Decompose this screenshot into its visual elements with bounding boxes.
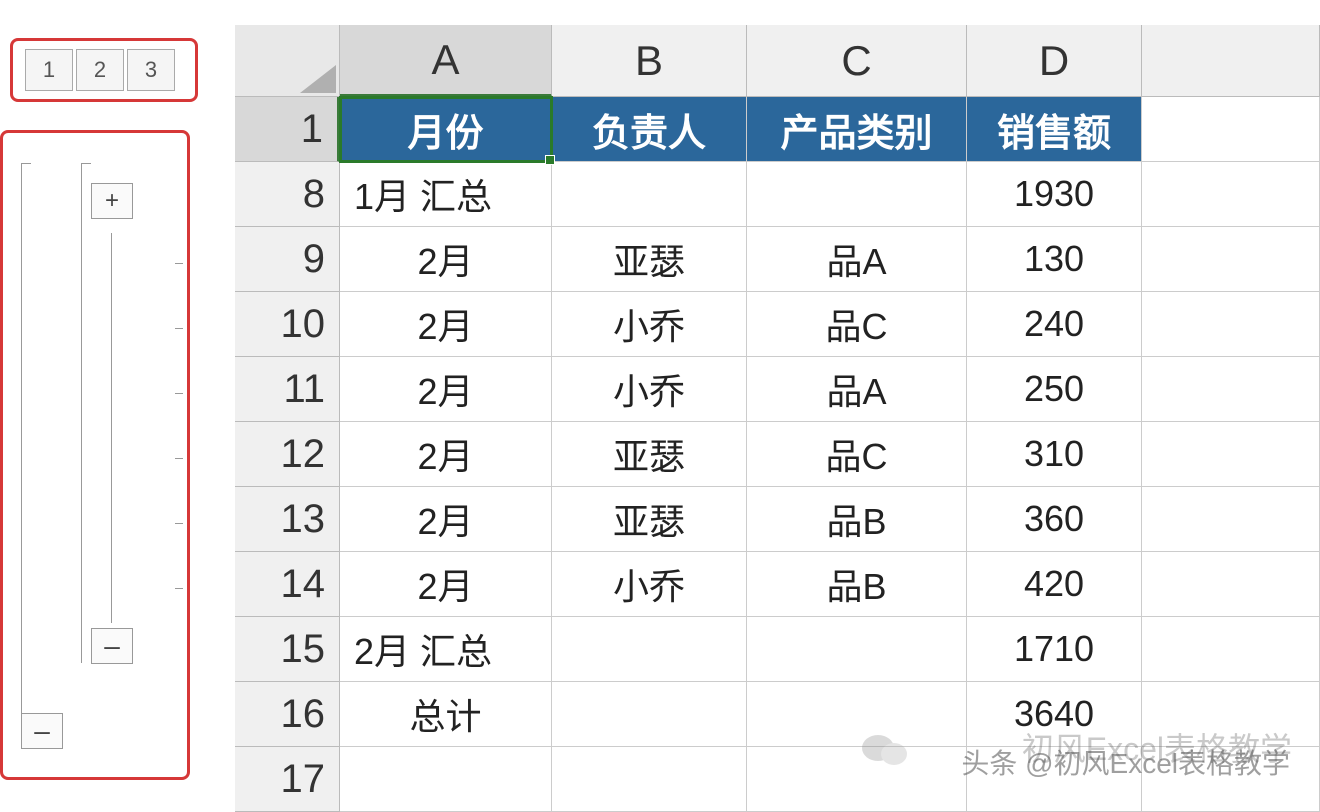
column-header-row: A B C D [340, 25, 1320, 97]
column-header-a[interactable]: A [340, 25, 552, 97]
cell[interactable] [1142, 162, 1320, 227]
cell[interactable]: 1710 [967, 617, 1142, 682]
cell[interactable] [552, 162, 747, 227]
outline-level-3-button[interactable]: 3 [127, 49, 175, 91]
row-header-1[interactable]: 1 [235, 97, 340, 162]
cell[interactable]: 360 [967, 487, 1142, 552]
cell[interactable] [1142, 487, 1320, 552]
row-header-16[interactable]: 16 [235, 682, 340, 747]
cell[interactable]: 250 [967, 357, 1142, 422]
cell[interactable] [747, 617, 967, 682]
outline-level-1-button[interactable]: 1 [25, 49, 73, 91]
outline-level-group: 1 2 3 [10, 38, 198, 102]
outline-tick [175, 328, 183, 329]
outline-collapse-outer-button[interactable]: – [21, 713, 63, 749]
row-header-17[interactable]: 17 [235, 747, 340, 812]
cell[interactable] [1142, 422, 1320, 487]
outline-collapse-inner-button[interactable]: – [91, 628, 133, 664]
header-cell[interactable]: 销售额 [967, 97, 1142, 162]
row-header-13[interactable]: 13 [235, 487, 340, 552]
cell[interactable] [340, 747, 552, 812]
cell[interactable]: 亚瑟 [552, 227, 747, 292]
outline-tick [175, 393, 183, 394]
cell[interactable]: 310 [967, 422, 1142, 487]
outline-level-2-button[interactable]: 2 [76, 49, 124, 91]
header-cell[interactable]: 产品类别 [747, 97, 967, 162]
cell[interactable] [1142, 357, 1320, 422]
outline-tick [175, 458, 183, 459]
cell[interactable]: 亚瑟 [552, 422, 747, 487]
cell[interactable] [1142, 617, 1320, 682]
column-header-b[interactable]: B [552, 25, 747, 97]
cell[interactable]: 1930 [967, 162, 1142, 227]
outline-expand-button[interactable]: + [91, 183, 133, 219]
cell[interactable] [1142, 292, 1320, 357]
cell[interactable] [552, 617, 747, 682]
outline-tree-panel: + – – [0, 130, 190, 780]
cell[interactable] [1142, 97, 1320, 162]
cell[interactable]: 品C [747, 292, 967, 357]
cell[interactable]: 1月 汇总 [340, 162, 552, 227]
table-header-row: 月份 负责人 产品类别 销售额 [340, 97, 1320, 162]
outline-bracket-inner [81, 163, 82, 663]
column-header-e[interactable] [1142, 25, 1320, 97]
cell[interactable]: 2月 汇总 [340, 617, 552, 682]
table-row: 2月 亚瑟 品A 130 [340, 227, 1320, 292]
cell[interactable]: 小乔 [552, 357, 747, 422]
cell[interactable]: 2月 [340, 292, 552, 357]
cell[interactable]: 亚瑟 [552, 487, 747, 552]
table-row: 1月 汇总 1930 [340, 162, 1320, 227]
watermark-primary: 头条 @初风Excel表格教学 [961, 742, 1290, 782]
select-all-triangle[interactable] [235, 25, 340, 97]
cell[interactable]: 420 [967, 552, 1142, 617]
cell[interactable]: 品B [747, 552, 967, 617]
cell[interactable]: 2月 [340, 552, 552, 617]
outline-tick [175, 263, 183, 264]
row-header-8[interactable]: 8 [235, 162, 340, 227]
row-header-12[interactable]: 12 [235, 422, 340, 487]
row-header-9[interactable]: 9 [235, 227, 340, 292]
cell[interactable]: 2月 [340, 227, 552, 292]
row-header-10[interactable]: 10 [235, 292, 340, 357]
cell[interactable]: 品A [747, 227, 967, 292]
cell[interactable] [747, 162, 967, 227]
cell[interactable]: 2月 [340, 357, 552, 422]
row-header-14[interactable]: 14 [235, 552, 340, 617]
cell[interactable]: 小乔 [552, 292, 747, 357]
cell[interactable] [1142, 552, 1320, 617]
table-row: 2月 小乔 品B 420 [340, 552, 1320, 617]
cell[interactable]: 240 [967, 292, 1142, 357]
cells-area: 月份 负责人 产品类别 销售额 1月 汇总 1930 2月 亚瑟 品A 130 … [340, 97, 1320, 812]
wechat-icon [860, 728, 910, 770]
cell[interactable] [747, 682, 967, 747]
active-cell[interactable]: 月份 [340, 97, 552, 162]
cell[interactable] [552, 747, 747, 812]
table-row: 2月 汇总 1710 [340, 617, 1320, 682]
column-header-c[interactable]: C [747, 25, 967, 97]
table-row: 2月 亚瑟 品B 360 [340, 487, 1320, 552]
cell[interactable]: 2月 [340, 422, 552, 487]
table-row: 2月 小乔 品C 240 [340, 292, 1320, 357]
cell[interactable]: 130 [967, 227, 1142, 292]
row-header-column: 1 8 9 10 11 12 13 14 15 16 17 [235, 97, 340, 812]
outline-bracket-outer [21, 163, 22, 743]
header-cell[interactable]: 负责人 [552, 97, 747, 162]
cell[interactable] [552, 682, 747, 747]
table-row: 2月 小乔 品A 250 [340, 357, 1320, 422]
cell[interactable]: 总计 [340, 682, 552, 747]
cell[interactable] [1142, 227, 1320, 292]
outline-tick [175, 588, 183, 589]
row-header-15[interactable]: 15 [235, 617, 340, 682]
cell[interactable]: 小乔 [552, 552, 747, 617]
outline-bracket-mid [111, 233, 112, 623]
cell[interactable]: 2月 [340, 487, 552, 552]
cell[interactable]: 品C [747, 422, 967, 487]
outline-tick [175, 523, 183, 524]
cell[interactable] [747, 747, 967, 812]
column-header-d[interactable]: D [967, 25, 1142, 97]
row-header-11[interactable]: 11 [235, 357, 340, 422]
cell[interactable]: 品A [747, 357, 967, 422]
table-row: 2月 亚瑟 品C 310 [340, 422, 1320, 487]
cell[interactable]: 品B [747, 487, 967, 552]
